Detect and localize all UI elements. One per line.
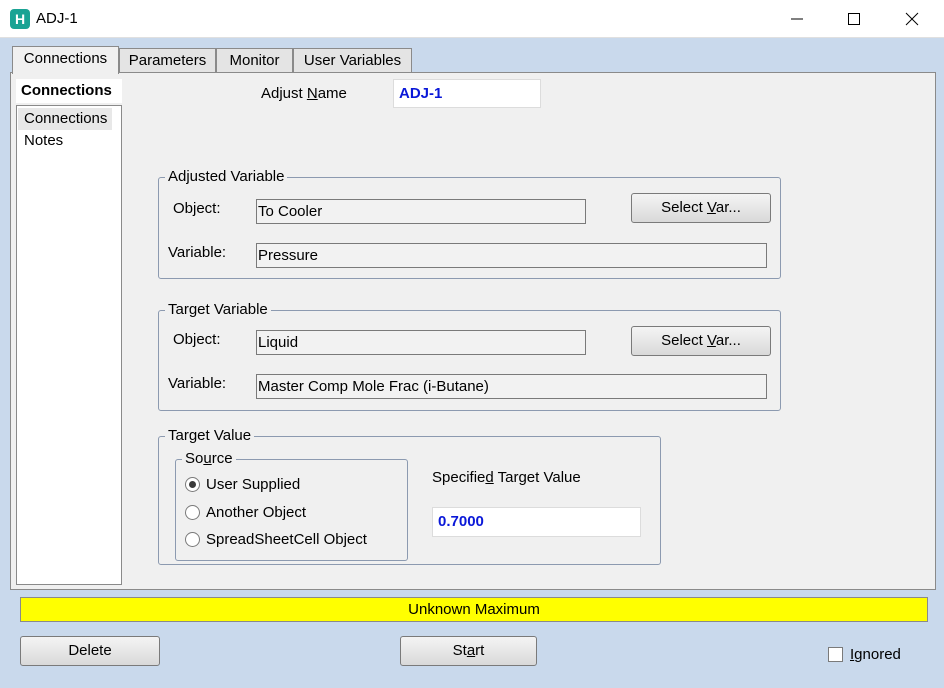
target-variable-title: Target Variable [165, 301, 271, 319]
target-variable-group: Target Variable Object: Liquid Select Va… [158, 301, 781, 411]
adjusted-variable-title: Adjusted Variable [165, 168, 288, 186]
radio-selected-icon[interactable] [185, 477, 200, 492]
target-value-group: Target Value Source User Supplied Anothe… [158, 427, 661, 565]
nav-item-connections[interactable]: Connections [18, 108, 112, 130]
nav-header: Connections [16, 79, 122, 103]
adjust-name-input[interactable]: ADJ-1 [393, 79, 541, 108]
radio-unselected-icon[interactable] [185, 505, 200, 520]
dialog-client-area: Connections Parameters Monitor User Vari… [0, 38, 944, 688]
source-title: Source [182, 450, 236, 468]
adjusted-object-field[interactable]: To Cooler [256, 199, 586, 224]
ignored-label[interactable]: Ignored [850, 646, 901, 663]
adjusted-variable-field[interactable]: Pressure [256, 243, 767, 268]
adjusted-select-var-button[interactable]: Select Var... [631, 193, 771, 223]
connections-tab-panel: Connections Connections Notes Adjust Nam… [10, 72, 936, 590]
target-variable-field[interactable]: Master Comp Mole Frac (i-Butane) [256, 374, 767, 399]
adjusted-object-label: Object: [173, 200, 221, 217]
specified-target-value-label: Specified Target Value [432, 469, 581, 486]
minimize-icon [791, 18, 803, 20]
target-variable-label: Variable: [168, 375, 227, 392]
nav-list: Connections Notes [16, 105, 122, 585]
delete-button[interactable]: Delete [20, 636, 160, 666]
target-value-title: Target Value [165, 427, 255, 445]
radio-unselected-icon[interactable] [185, 532, 200, 547]
adjusted-variable-group: Adjusted Variable Object: To Cooler Sele… [158, 168, 781, 279]
specified-target-value-input[interactable]: 0.7000 [432, 507, 641, 537]
tab-parameters[interactable]: Parameters [119, 48, 216, 72]
target-select-var-button[interactable]: Select Var... [631, 326, 771, 356]
ignored-checkbox[interactable] [828, 647, 843, 662]
source-group: Source User Supplied Another Object Spre… [175, 450, 408, 561]
close-button[interactable] [889, 0, 935, 38]
adjust-name-label: Adjust Name [261, 85, 347, 102]
title-bar[interactable]: H ADJ-1 [0, 0, 944, 38]
maximize-icon [848, 13, 860, 25]
tab-monitor[interactable]: Monitor [216, 48, 293, 72]
target-object-field[interactable]: Liquid [256, 330, 586, 355]
adjusted-variable-label: Variable: [168, 244, 227, 261]
app-icon: H [10, 9, 30, 29]
target-object-label: Object: [173, 331, 221, 348]
nav-item-notes[interactable]: Notes [18, 130, 112, 152]
close-icon [905, 12, 919, 26]
start-button[interactable]: Start [400, 636, 537, 666]
window-title: ADJ-1 [36, 10, 78, 27]
tab-user-variables[interactable]: User Variables [293, 48, 412, 72]
maximize-button[interactable] [831, 0, 877, 38]
status-bar: Unknown Maximum [20, 597, 928, 622]
minimize-button[interactable] [774, 0, 820, 38]
tab-connections[interactable]: Connections [12, 46, 119, 74]
